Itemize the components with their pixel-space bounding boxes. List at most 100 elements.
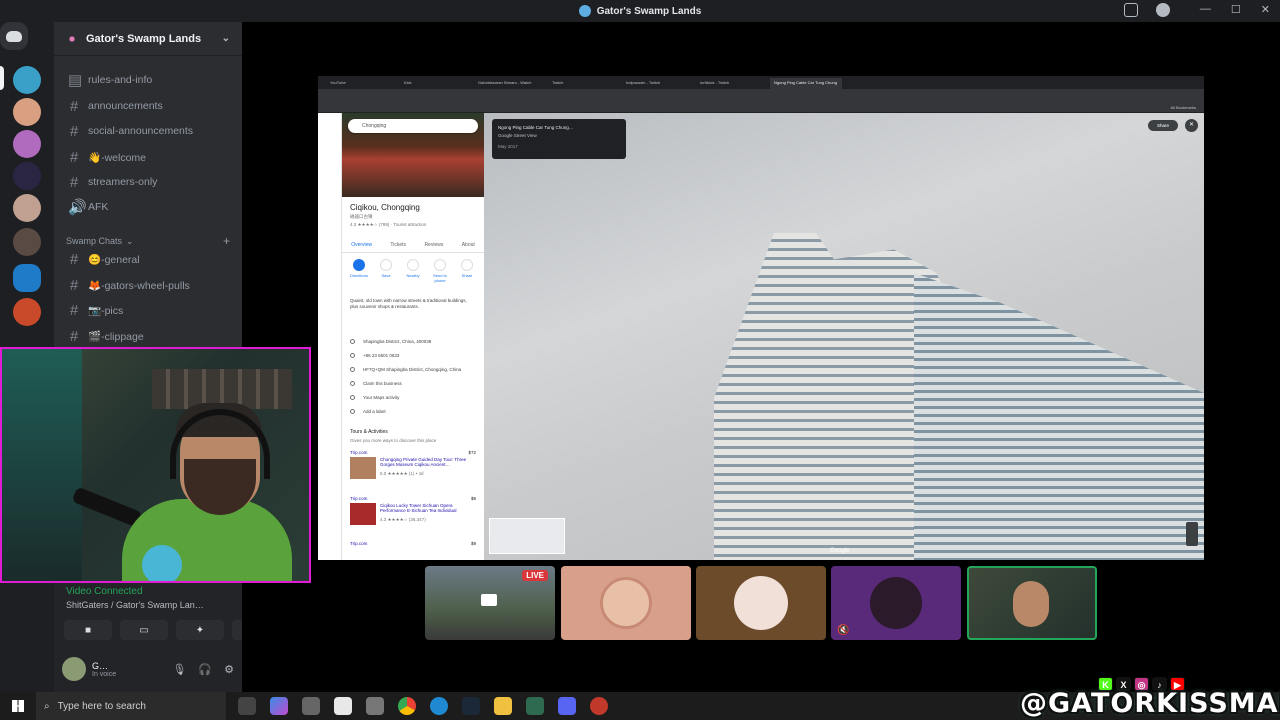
voice-status: Video Connected	[66, 586, 143, 597]
browser-tab[interactable]: YouTube	[326, 78, 398, 89]
channel-streamers-only[interactable]: # streamers-only	[62, 171, 234, 193]
maps-activity-row[interactable]: Your Maps activity	[350, 395, 476, 400]
microphone-arm	[71, 486, 143, 528]
help-icon[interactable]	[1156, 3, 1170, 17]
app-icon[interactable]	[366, 697, 384, 715]
minimize-button[interactable]: —	[1200, 3, 1211, 16]
browser-tab-active[interactable]: Ngong Ping Cable Car Tung Chung	[770, 78, 842, 89]
tab-about[interactable]: About	[462, 242, 475, 248]
share-button[interactable]: Share	[456, 259, 478, 283]
browser-tab[interactable]: Gatorkissman Stream - Watch	[474, 78, 546, 89]
tour-item[interactable]: Trip.com $9	[350, 541, 476, 546]
all-bookmarks[interactable]: All Bookmarks	[1170, 105, 1196, 110]
tour-item[interactable]: Trip.com $72 Chongqing Private Guided Da…	[350, 450, 476, 479]
category-swamp-chats[interactable]: Swamp Chats ⌄ +	[66, 234, 230, 248]
avatar[interactable]	[62, 657, 86, 681]
place-rating[interactable]: 4.3 ★★★★☆ (789) · Tourist attraction	[350, 222, 426, 228]
sv-close-button[interactable]: ✕	[1185, 119, 1198, 132]
street-view-info-card[interactable]: Ngong Ping Cable Car Tung Chung… Google …	[492, 119, 626, 159]
server-icon[interactable]	[13, 228, 41, 256]
maps-search-input[interactable]: Chongqing	[348, 119, 478, 133]
steam-icon[interactable]	[462, 697, 480, 715]
browser-tab[interactable]: Kick	[400, 78, 472, 89]
nearby-button[interactable]: Nearby	[402, 259, 424, 283]
address-bar[interactable]	[318, 89, 1204, 103]
server-icon[interactable]	[13, 298, 41, 326]
channel-label: streamers-only	[88, 176, 158, 188]
file-explorer-icon[interactable]	[494, 697, 512, 715]
tab-overview[interactable]: Overview	[351, 242, 372, 248]
save-button[interactable]: Save	[375, 259, 397, 283]
gator-mascot-icon	[142, 545, 182, 581]
street-view[interactable]: Ngong Ping Cable Car Tung Chung… Google …	[484, 113, 1204, 560]
shared-screen[interactable]: YouTube Kick Gatorkissman Stream - Watch…	[318, 76, 1204, 560]
server-icon[interactable]	[13, 264, 41, 292]
channel-gators-wheel-pulls[interactable]: # 🦊-gators-wheel-pulls	[62, 274, 234, 296]
plus-code-row[interactable]: HF7Q+QM Shapingba District, Chongqing, C…	[350, 367, 476, 372]
server-icon[interactable]	[13, 98, 41, 126]
discord-home-icon[interactable]	[0, 22, 28, 50]
channel-clippage[interactable]: # 🎬-clippage	[62, 325, 234, 347]
headphones-icon[interactable]: 🎧	[198, 663, 212, 676]
close-window-button[interactable]: ✕	[1261, 3, 1270, 16]
app-icon[interactable]	[302, 697, 320, 715]
activity-button[interactable]: ✦	[176, 620, 224, 640]
screen-share-button[interactable]: ▭	[120, 620, 168, 640]
sv-minimap[interactable]	[489, 518, 565, 554]
sv-share-button[interactable]: Share	[1148, 120, 1178, 131]
channel-welcome[interactable]: # 👋-welcome	[62, 146, 234, 168]
window-titlebar: Gator's Swamp Lands — ☐ ✕	[0, 0, 1280, 22]
copilot-icon[interactable]	[270, 697, 288, 715]
send-to-phone-button[interactable]: Send to phone	[429, 259, 451, 283]
browser-tab[interactable]: hotpoussin - Twitch	[622, 78, 694, 89]
participant-tile[interactable]	[696, 566, 826, 640]
place-tabs: Overview Tickets Reviews About	[342, 242, 484, 253]
tour-item[interactable]: Trip.com $8 Ciqikou Lucky Tower Sichuan …	[350, 496, 476, 525]
server-icon-gators-swamp[interactable]	[13, 66, 41, 94]
add-label-row[interactable]: Add a label	[350, 409, 476, 414]
discord-icon[interactable]	[558, 697, 576, 715]
sv-zoom-control[interactable]	[1186, 522, 1198, 546]
participant-tile[interactable]: 🔇	[831, 566, 961, 640]
app-icon[interactable]	[526, 697, 544, 715]
maps-rail	[318, 113, 342, 560]
tab-reviews[interactable]: Reviews	[424, 242, 443, 248]
channel-social-announcements[interactable]: # social-announcements	[62, 120, 234, 142]
microphone-icon[interactable]: 🎙	[172, 663, 186, 676]
channel-label: 📷-pics	[88, 304, 124, 317]
store-icon[interactable]	[334, 697, 352, 715]
claim-business-row[interactable]: Claim this business	[350, 381, 476, 386]
maximize-button[interactable]: ☐	[1231, 3, 1241, 16]
camera-button[interactable]: ■	[64, 620, 112, 640]
taskbar-search-input[interactable]: ⌕ Type here to search	[36, 692, 226, 720]
chrome-icon[interactable]	[398, 697, 416, 715]
channel-announcements[interactable]: # announcements	[62, 95, 234, 117]
gear-icon[interactable]: ⚙	[224, 663, 234, 676]
user-panel[interactable]: G… In voice 🎙 🎧 ⚙	[62, 654, 234, 684]
voice-location[interactable]: ShitGaters / Gator's Swamp Lan…	[66, 600, 204, 610]
phone-row[interactable]: +86 23 6501 0633	[350, 353, 476, 358]
stream-tile[interactable]: LIVE	[425, 566, 555, 640]
inbox-icon[interactable]	[1124, 3, 1138, 17]
add-channel-button[interactable]: +	[223, 234, 230, 248]
server-icon[interactable]	[13, 130, 41, 158]
address-row[interactable]: Shapingba District, China, 400038	[350, 339, 476, 344]
participant-tile-speaking[interactable]	[967, 566, 1097, 640]
directions-button[interactable]: Directions	[348, 259, 370, 283]
server-header[interactable]: Gator's Swamp Lands ⌄	[54, 22, 242, 56]
channel-general[interactable]: # 😊-general	[62, 248, 234, 270]
browser-tab[interactable]: lurNkidz - Twitch	[696, 78, 768, 89]
server-icon[interactable]	[13, 194, 41, 222]
tab-tickets[interactable]: Tickets	[390, 242, 406, 248]
task-view-icon[interactable]	[238, 697, 256, 715]
start-button[interactable]	[0, 692, 36, 720]
channel-afk[interactable]: 🔊 AFK	[62, 196, 234, 218]
channel-rules-and-info[interactable]: ▤ rules-and-info	[62, 69, 234, 91]
edge-icon[interactable]	[430, 697, 448, 715]
channel-pics[interactable]: # 📷-pics	[62, 299, 234, 321]
server-icon[interactable]	[13, 162, 41, 190]
obs-icon[interactable]	[590, 697, 608, 715]
browser-tab[interactable]: Twitch	[548, 78, 620, 89]
participant-tile[interactable]	[561, 566, 691, 640]
place-title: Ciqikou, Chongqing	[350, 203, 420, 212]
